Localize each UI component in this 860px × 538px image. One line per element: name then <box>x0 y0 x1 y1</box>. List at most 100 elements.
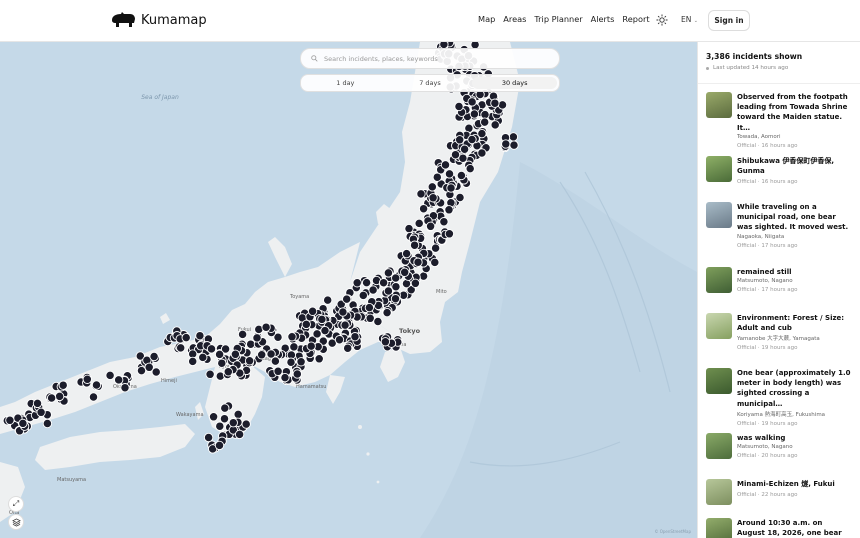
incident-marker[interactable] <box>378 278 389 288</box>
incident-marker[interactable] <box>206 344 217 354</box>
incident-marker[interactable] <box>215 421 225 431</box>
nav-alerts[interactable]: Alerts <box>591 14 615 24</box>
incident-marker[interactable] <box>5 415 15 425</box>
nav-report[interactable]: Report <box>622 14 649 24</box>
incident-marker[interactable] <box>287 332 297 342</box>
incident-marker[interactable] <box>91 380 102 390</box>
nav-trip-planner[interactable]: Trip Planner <box>534 14 582 24</box>
incident-marker[interactable] <box>383 286 394 296</box>
incident-marker[interactable] <box>58 380 68 390</box>
incident-marker[interactable] <box>334 335 345 345</box>
incident-marker[interactable] <box>338 307 348 317</box>
incident-marker[interactable] <box>220 403 230 413</box>
incident-marker[interactable] <box>120 383 130 393</box>
incident-item[interactable]: Environment: Forest / Size: Adult and cu… <box>706 313 856 351</box>
incident-marker[interactable] <box>214 440 225 451</box>
incident-marker[interactable] <box>340 320 350 330</box>
layers-icon[interactable] <box>8 514 24 530</box>
incident-item[interactable]: One bear (approximately 1.0 meter in bod… <box>706 368 856 427</box>
incident-marker[interactable] <box>410 278 421 288</box>
incident-marker[interactable] <box>18 418 28 429</box>
incident-marker[interactable] <box>467 97 477 107</box>
incident-marker[interactable] <box>208 412 219 422</box>
incident-marker[interactable] <box>439 217 449 227</box>
incident-marker[interactable] <box>358 290 368 301</box>
incident-marker[interactable] <box>380 337 391 347</box>
incident-marker[interactable] <box>181 332 191 343</box>
incident-marker[interactable] <box>88 392 99 402</box>
incident-marker[interactable] <box>444 229 455 239</box>
incident-marker[interactable] <box>36 407 46 417</box>
brand[interactable]: Kumamap <box>110 11 207 29</box>
incident-marker[interactable] <box>409 240 420 250</box>
incident-marker[interactable] <box>32 398 43 409</box>
incident-marker[interactable] <box>444 169 455 179</box>
incident-marker[interactable] <box>114 375 124 385</box>
incident-marker[interactable] <box>237 329 248 340</box>
range-7-days[interactable]: 7 days <box>388 77 473 89</box>
incident-item[interactable]: Observed from the footpath leading from … <box>706 92 856 149</box>
incident-marker[interactable] <box>343 343 353 353</box>
incident-marker[interactable] <box>246 339 256 349</box>
incident-marker[interactable] <box>456 170 467 181</box>
incident-marker[interactable] <box>244 356 255 366</box>
incident-marker[interactable] <box>390 294 401 304</box>
incident-marker[interactable] <box>292 369 302 379</box>
incident-marker[interactable] <box>465 163 475 174</box>
incident-marker[interactable] <box>317 314 327 325</box>
incident-marker[interactable] <box>450 150 461 160</box>
incident-marker[interactable] <box>241 419 251 429</box>
incident-marker[interactable] <box>365 313 375 323</box>
nav-map[interactable]: Map <box>478 14 495 24</box>
incident-marker[interactable] <box>368 285 378 295</box>
incident-marker[interactable] <box>188 356 198 367</box>
incident-marker[interactable] <box>228 418 238 428</box>
incident-marker[interactable] <box>467 134 477 145</box>
incident-marker[interactable] <box>306 341 316 351</box>
incident-marker[interactable] <box>280 372 290 383</box>
incident-marker[interactable] <box>342 294 352 304</box>
range-30-days[interactable]: 30 days <box>472 77 558 89</box>
incident-marker[interactable] <box>42 418 53 429</box>
incident-marker[interactable] <box>205 369 215 379</box>
incident-marker[interactable] <box>490 120 500 130</box>
incident-marker[interactable] <box>82 374 92 384</box>
incident-marker[interactable] <box>373 316 383 327</box>
incident-marker[interactable] <box>413 257 423 267</box>
incident-marker[interactable] <box>490 98 500 108</box>
incident-marker[interactable] <box>497 100 508 110</box>
incident-marker[interactable] <box>195 331 205 341</box>
incident-marker[interactable] <box>136 365 147 376</box>
incident-marker[interactable] <box>459 144 470 154</box>
search-box[interactable]: Search incidents, places, keywords <box>300 48 560 69</box>
incident-marker[interactable] <box>230 349 241 359</box>
incident-marker[interactable] <box>427 182 437 192</box>
incident-marker[interactable] <box>401 248 412 259</box>
incident-marker[interactable] <box>350 332 360 342</box>
incident-marker[interactable] <box>414 218 424 229</box>
nav-areas[interactable]: Areas <box>503 14 526 24</box>
incident-marker[interactable] <box>301 319 311 330</box>
incident-marker[interactable] <box>312 329 322 339</box>
incident-marker[interactable] <box>261 322 271 332</box>
incident-marker[interactable] <box>391 273 401 283</box>
incident-marker[interactable] <box>320 325 330 336</box>
incident-marker[interactable] <box>428 193 438 203</box>
incident-marker[interactable] <box>234 429 245 440</box>
incident-marker[interactable] <box>400 267 410 277</box>
incident-marker[interactable] <box>508 132 519 142</box>
sign-in-button[interactable]: Sign in <box>708 10 750 31</box>
incident-marker[interactable] <box>430 243 441 253</box>
incident-marker[interactable] <box>383 268 394 278</box>
search-input[interactable]: Search incidents, places, keywords <box>324 55 438 63</box>
incident-marker[interactable] <box>477 148 487 158</box>
incident-item[interactable]: Around 10:30 a.m. on August 18, 2026, on… <box>706 518 856 538</box>
incident-marker[interactable] <box>144 362 154 372</box>
incident-marker[interactable] <box>404 223 414 234</box>
incident-item[interactable]: remained still Matsumoto, Nagano Official … <box>706 267 856 293</box>
incident-marker[interactable] <box>446 183 456 193</box>
incident-marker[interactable] <box>480 117 490 127</box>
incident-marker[interactable] <box>323 295 333 305</box>
incident-marker[interactable] <box>266 349 276 359</box>
incident-marker[interactable] <box>203 432 214 443</box>
